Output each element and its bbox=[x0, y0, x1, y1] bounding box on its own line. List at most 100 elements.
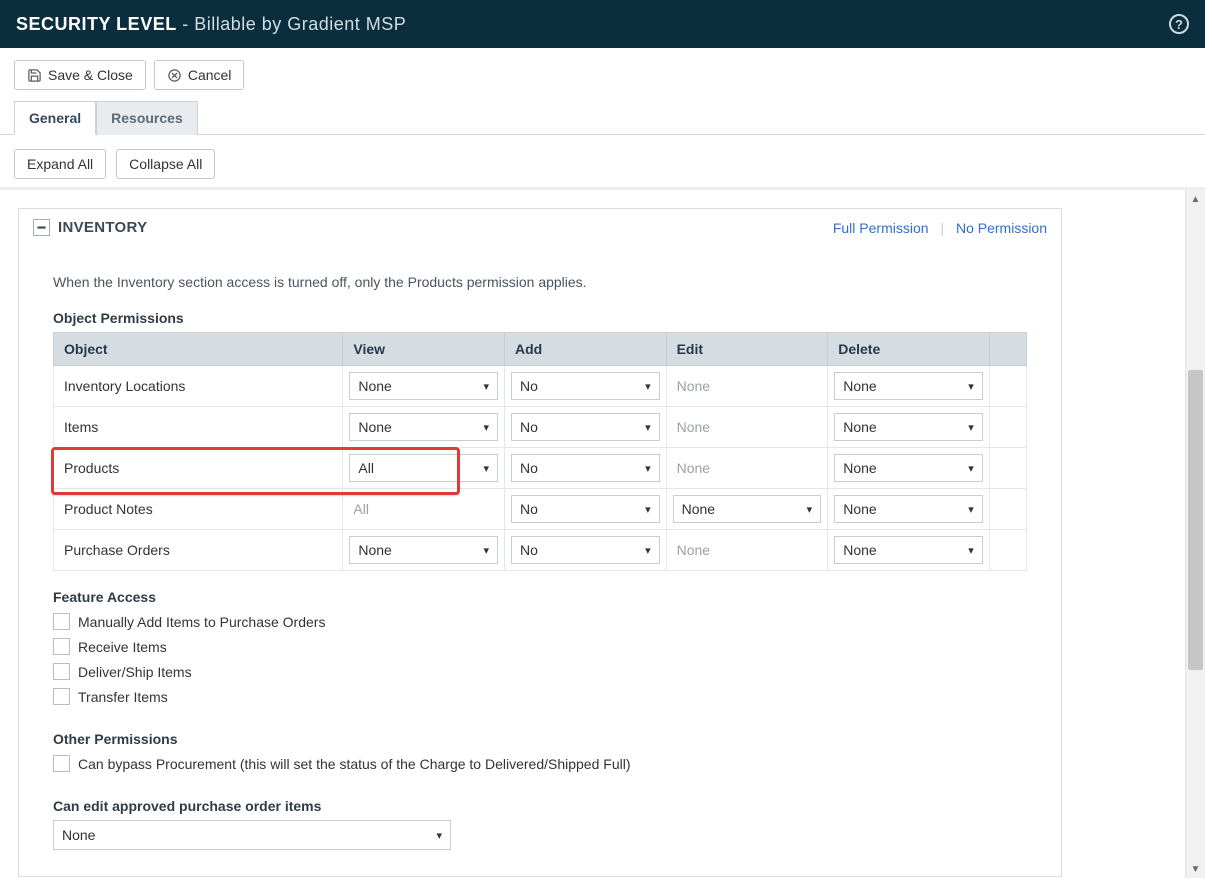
delete-cell: None▾ bbox=[828, 489, 990, 530]
chevron-down-icon: ▾ bbox=[968, 380, 974, 393]
save-close-label: Save & Close bbox=[48, 67, 133, 83]
view-select-0[interactable]: None ▾ bbox=[349, 372, 498, 400]
delete-select-4[interactable]: None ▾ bbox=[834, 536, 983, 564]
chevron-down-icon: ▾ bbox=[968, 462, 974, 475]
delete-select-3[interactable]: None▾ bbox=[834, 495, 983, 523]
delete-cell: None ▾ bbox=[828, 448, 990, 489]
collapse-all-label: Collapse All bbox=[129, 156, 202, 172]
add-select-3[interactable]: No▾ bbox=[511, 495, 660, 523]
other-perm-item: Can bypass Procurement (this will set th… bbox=[53, 755, 1027, 772]
delete-select-4-value: None bbox=[843, 542, 876, 558]
delete-select-2-value: None bbox=[843, 460, 876, 476]
feature-label: Receive Items bbox=[78, 639, 167, 655]
col-delete: Delete bbox=[828, 333, 990, 366]
add-cell: No▾ bbox=[504, 530, 666, 571]
spacer-cell bbox=[989, 530, 1026, 571]
chevron-down-icon: ▾ bbox=[483, 421, 489, 434]
feature-access-heading: Feature Access bbox=[53, 589, 1027, 605]
chevron-down-icon: ▾ bbox=[436, 829, 442, 842]
delete-select-1-value: None bbox=[843, 419, 876, 435]
chevron-down-icon: ▾ bbox=[968, 544, 974, 557]
chevron-down-icon: ▾ bbox=[483, 462, 489, 475]
add-select-3-value: No bbox=[520, 501, 538, 517]
help-icon[interactable]: ? bbox=[1169, 14, 1189, 34]
vertical-scrollbar[interactable]: ▲ ▼ bbox=[1185, 190, 1205, 878]
feature-item: Transfer Items bbox=[53, 688, 1027, 705]
products-highlight bbox=[51, 447, 460, 495]
add-cell: No▾ bbox=[504, 407, 666, 448]
col-add: Add bbox=[504, 333, 666, 366]
scroll-thumb[interactable] bbox=[1188, 370, 1203, 670]
feature-checkbox-1[interactable] bbox=[53, 638, 70, 655]
save-close-button[interactable]: Save & Close bbox=[14, 60, 146, 90]
expand-all-label: Expand All bbox=[27, 156, 93, 172]
toolbar: Save & Close Cancel bbox=[0, 48, 1205, 100]
full-permission-link[interactable]: Full Permission bbox=[833, 220, 929, 236]
feature-checkbox-0[interactable] bbox=[53, 613, 70, 630]
cancel-button[interactable]: Cancel bbox=[154, 60, 245, 90]
edit-select-3[interactable]: None▾ bbox=[673, 495, 822, 523]
other-perm-checkbox-0[interactable] bbox=[53, 755, 70, 772]
view-select-1[interactable]: None▾ bbox=[349, 413, 498, 441]
scroll-up-icon[interactable]: ▲ bbox=[1186, 190, 1205, 208]
page-title: SECURITY LEVEL - Billable by Gradient MS… bbox=[16, 14, 406, 35]
add-select-1[interactable]: No▾ bbox=[511, 413, 660, 441]
page-title-strong: SECURITY LEVEL bbox=[16, 14, 177, 34]
save-icon bbox=[27, 68, 42, 83]
delete-select-0[interactable]: None ▾ bbox=[834, 372, 983, 400]
chevron-down-icon: ▾ bbox=[807, 503, 813, 516]
add-cell: No▾ bbox=[504, 366, 666, 407]
chevron-down-icon: ▾ bbox=[968, 421, 974, 434]
tab-resources[interactable]: Resources bbox=[96, 101, 198, 135]
panel-links: Full Permission | No Permission bbox=[833, 220, 1047, 236]
spacer-cell bbox=[989, 407, 1026, 448]
chevron-down-icon: ▾ bbox=[645, 380, 651, 393]
cancel-label: Cancel bbox=[188, 67, 232, 83]
edit-po-select[interactable]: None ▾ bbox=[53, 820, 451, 850]
table-row: Purchase OrdersNone▾No▾NoneNone▾ bbox=[54, 530, 1027, 571]
feature-label: Manually Add Items to Purchase Orders bbox=[78, 614, 325, 630]
add-select-1-value: No bbox=[520, 419, 538, 435]
delete-cell: None ▾ bbox=[828, 530, 990, 571]
col-view: View bbox=[343, 333, 505, 366]
feature-checkbox-2[interactable] bbox=[53, 663, 70, 680]
app-header: SECURITY LEVEL - Billable by Gradient MS… bbox=[0, 0, 1205, 48]
add-select-2[interactable]: No ▾ bbox=[511, 454, 660, 482]
tab-resources-label: Resources bbox=[111, 110, 183, 126]
tab-general[interactable]: General bbox=[14, 101, 96, 135]
view-select-4[interactable]: None▾ bbox=[349, 536, 498, 564]
add-select-4[interactable]: No▾ bbox=[511, 536, 660, 564]
view-select-4-value: None bbox=[358, 542, 391, 558]
delete-select-2[interactable]: None ▾ bbox=[834, 454, 983, 482]
table-row: ItemsNone▾No▾NoneNone▾ bbox=[54, 407, 1027, 448]
scroll-down-icon[interactable]: ▼ bbox=[1186, 860, 1205, 878]
col-edit: Edit bbox=[666, 333, 828, 366]
chevron-down-icon: ▾ bbox=[645, 544, 651, 557]
col-spacer bbox=[989, 333, 1026, 366]
feature-label: Deliver/Ship Items bbox=[78, 664, 192, 680]
add-cell: No ▾ bbox=[504, 448, 666, 489]
add-cell: No▾ bbox=[504, 489, 666, 530]
add-select-2-value: No bbox=[520, 460, 538, 476]
feature-checkbox-3[interactable] bbox=[53, 688, 70, 705]
no-permission-link[interactable]: No Permission bbox=[956, 220, 1047, 236]
col-object: Object bbox=[54, 333, 343, 366]
chevron-down-icon: ▾ bbox=[645, 462, 651, 475]
chevron-down-icon: ▾ bbox=[483, 380, 489, 393]
expand-all-button[interactable]: Expand All bbox=[14, 149, 106, 179]
expand-collapse-row: Expand All Collapse All bbox=[0, 135, 1205, 187]
collapse-icon[interactable]: ━ bbox=[33, 219, 50, 236]
delete-cell: None ▾ bbox=[828, 366, 990, 407]
feature-label: Transfer Items bbox=[78, 689, 168, 705]
delete-select-0-value: None bbox=[843, 378, 876, 394]
scroll-region: ━ INVENTORY Full Permission | No Permiss… bbox=[0, 187, 1205, 878]
view-select-0-value: None bbox=[358, 378, 391, 394]
edit-po-value: None bbox=[62, 827, 95, 843]
delete-select-1[interactable]: None ▾ bbox=[834, 413, 983, 441]
collapse-all-button[interactable]: Collapse All bbox=[116, 149, 215, 179]
view-cell: None▾ bbox=[343, 407, 505, 448]
other-perm-label: Can bypass Procurement (this will set th… bbox=[78, 756, 631, 772]
view-cell: None ▾ bbox=[343, 366, 505, 407]
add-select-0[interactable]: No▾ bbox=[511, 372, 660, 400]
object-cell: Inventory Locations bbox=[54, 366, 343, 407]
